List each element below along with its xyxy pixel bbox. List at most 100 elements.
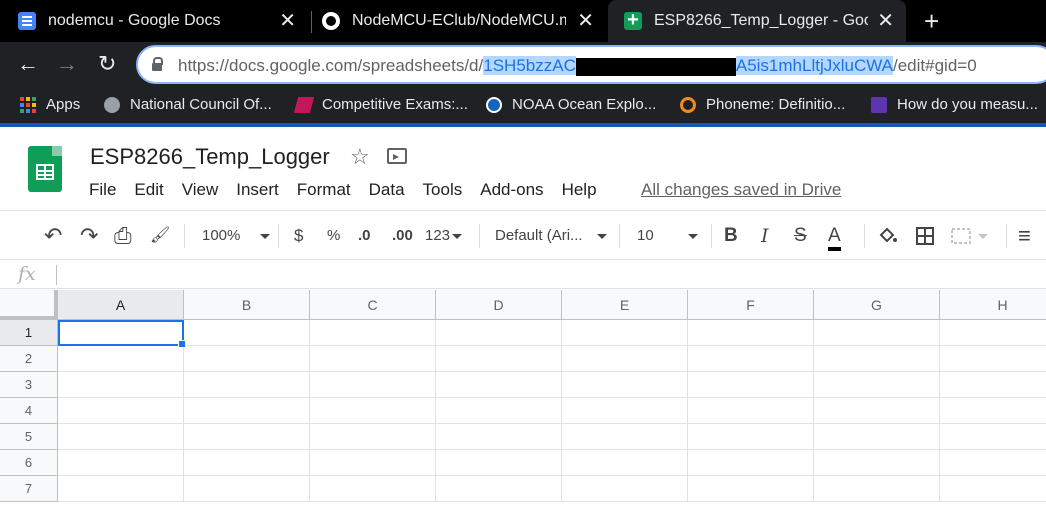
cell-g5[interactable] — [814, 424, 940, 450]
cell-d2[interactable] — [436, 346, 562, 372]
cell-c1[interactable] — [310, 320, 436, 346]
cell-e1[interactable] — [562, 320, 688, 346]
cell-f7[interactable] — [688, 476, 814, 502]
cell-c3[interactable] — [310, 372, 436, 398]
cell-b3[interactable] — [184, 372, 310, 398]
save-status-link[interactable]: All changes saved in Drive — [641, 180, 841, 200]
tab-github[interactable]: NodeMCU-EClub/NodeMCU.md ✕ — [322, 0, 606, 42]
tab-docs[interactable]: nodemcu - Google Docs ✕ — [18, 0, 308, 42]
move-to-folder-icon[interactable] — [387, 148, 407, 164]
align-left-icon[interactable]: ≡ — [1018, 224, 1031, 248]
column-header-h[interactable]: H — [940, 290, 1046, 320]
cell-g7[interactable] — [814, 476, 940, 502]
cell-c5[interactable] — [310, 424, 436, 450]
print-icon[interactable]: ⎙ — [114, 224, 132, 248]
font-size-select[interactable]: 10 — [637, 224, 698, 248]
document-title[interactable]: ESP8266_Temp_Logger — [90, 144, 330, 170]
active-cell-a1[interactable] — [58, 320, 186, 348]
cell-f4[interactable] — [688, 398, 814, 424]
close-tab-icon[interactable]: ✕ — [279, 11, 296, 31]
cell-e5[interactable] — [562, 424, 688, 450]
column-header-e[interactable]: E — [562, 290, 688, 320]
row-header-6[interactable]: 6 — [0, 450, 58, 476]
cell-b2[interactable] — [184, 346, 310, 372]
new-tab-button[interactable]: + — [924, 8, 939, 34]
cell-h6[interactable] — [940, 450, 1046, 476]
cell-d1[interactable] — [436, 320, 562, 346]
menu-data[interactable]: Data — [369, 180, 405, 202]
font-family-select[interactable]: Default (Ari... — [495, 224, 607, 248]
bookmark-phoneme[interactable]: Phoneme: Definitio... — [680, 96, 845, 113]
text-color-button[interactable]: A — [828, 224, 841, 251]
cell-a7[interactable] — [58, 476, 184, 502]
row-header-1[interactable]: 1 — [0, 320, 58, 346]
cell-d3[interactable] — [436, 372, 562, 398]
reload-button[interactable]: ↻ — [98, 51, 116, 77]
bookmark-competitive-exams[interactable]: Competitive Exams:... — [293, 96, 468, 113]
cell-f2[interactable] — [688, 346, 814, 372]
row-header-4[interactable]: 4 — [0, 398, 58, 424]
menu-file[interactable]: File — [89, 180, 116, 202]
borders-icon[interactable] — [914, 224, 936, 248]
cell-e6[interactable] — [562, 450, 688, 476]
cell-g2[interactable] — [814, 346, 940, 372]
cell-a3[interactable] — [58, 372, 184, 398]
cell-e2[interactable] — [562, 346, 688, 372]
merge-cells-icon[interactable] — [950, 224, 988, 248]
menu-help[interactable]: Help — [562, 180, 597, 202]
cell-c6[interactable] — [310, 450, 436, 476]
cell-h1[interactable] — [940, 320, 1046, 346]
cell-g1[interactable] — [814, 320, 940, 346]
cell-a4[interactable] — [58, 398, 184, 424]
cell-h4[interactable] — [940, 398, 1046, 424]
zoom-select[interactable]: 100% — [202, 224, 271, 248]
cell-h2[interactable] — [940, 346, 1046, 372]
cell-c4[interactable] — [310, 398, 436, 424]
cell-a2[interactable] — [58, 346, 184, 372]
bookmark-how-do-you-measure[interactable]: How do you measu... — [871, 96, 1038, 113]
menu-add-ons[interactable]: Add-ons — [480, 180, 543, 202]
fill-color-icon[interactable] — [876, 224, 898, 248]
currency-format-button[interactable]: $ — [294, 224, 303, 248]
column-header-b[interactable]: B — [184, 290, 310, 320]
undo-icon[interactable]: ↶ — [44, 224, 62, 248]
sheets-logo-icon[interactable] — [28, 146, 62, 192]
cell-b1[interactable] — [184, 320, 310, 346]
cell-b6[interactable] — [184, 450, 310, 476]
cell-f1[interactable] — [688, 320, 814, 346]
redo-icon[interactable]: ↷ — [80, 224, 98, 248]
cell-f5[interactable] — [688, 424, 814, 450]
menu-insert[interactable]: Insert — [236, 180, 279, 202]
row-header-5[interactable]: 5 — [0, 424, 58, 450]
cell-h5[interactable] — [940, 424, 1046, 450]
row-header-2[interactable]: 2 — [0, 346, 58, 372]
cell-d6[interactable] — [436, 450, 562, 476]
cell-b5[interactable] — [184, 424, 310, 450]
cell-a6[interactable] — [58, 450, 184, 476]
bold-button[interactable]: B — [724, 224, 738, 248]
forward-button[interactable]: → — [56, 51, 78, 77]
cell-g4[interactable] — [814, 398, 940, 424]
menu-format[interactable]: Format — [297, 180, 351, 202]
cell-c7[interactable] — [310, 476, 436, 502]
column-header-c[interactable]: C — [310, 290, 436, 320]
bookmark-noaa[interactable]: NOAA Ocean Explo... — [486, 96, 656, 113]
increase-decimal-button[interactable]: .00 — [392, 224, 413, 248]
cell-d7[interactable] — [436, 476, 562, 502]
bookmark-ncert[interactable]: National Council Of... — [104, 96, 272, 113]
column-header-d[interactable]: D — [436, 290, 562, 320]
paint-format-icon[interactable]: 🖌 — [150, 224, 170, 248]
cell-e4[interactable] — [562, 398, 688, 424]
tab-sheets[interactable]: ESP8266_Temp_Logger - Google ✕ — [608, 0, 906, 42]
formula-input[interactable] — [64, 265, 1034, 285]
more-formats-select[interactable]: 123 — [425, 224, 463, 248]
cell-e7[interactable] — [562, 476, 688, 502]
italic-button[interactable]: I — [761, 224, 769, 248]
row-header-3[interactable]: 3 — [0, 372, 58, 398]
cell-a5[interactable] — [58, 424, 184, 450]
close-tab-icon[interactable]: ✕ — [577, 11, 594, 31]
url-text[interactable]: https://docs.google.com/spreadsheets/d/1… — [178, 56, 977, 76]
close-tab-icon[interactable]: ✕ — [877, 11, 894, 31]
percent-format-button[interactable]: % — [327, 224, 340, 248]
menu-tools[interactable]: Tools — [423, 180, 463, 202]
